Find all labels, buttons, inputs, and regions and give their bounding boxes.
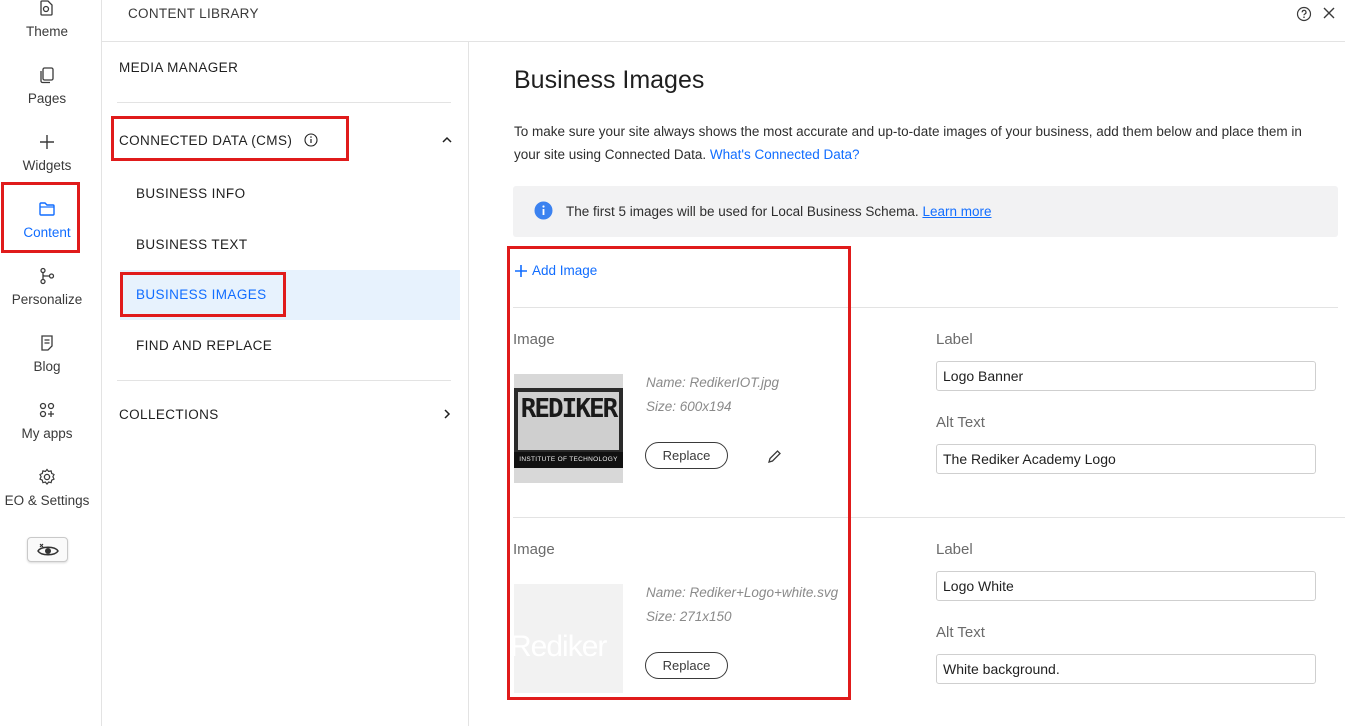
image-thumbnail[interactable]: REDIKER INSTITUTE OF TECHNOLOGY — [514, 374, 623, 483]
learn-more-link[interactable]: Learn more — [922, 204, 991, 219]
page-title: Business Images — [514, 66, 705, 94]
rail-label-personalize: Personalize — [11, 292, 83, 307]
alt-text-input[interactable] — [936, 654, 1316, 684]
image-size: Size: 600x194 — [646, 399, 732, 414]
left-rail: Theme Pages Widgets Content Personalize … — [0, 0, 102, 726]
rail-item-blog[interactable]: Blog — [0, 333, 94, 374]
nav-business-images[interactable]: BUSINESS IMAGES — [136, 287, 267, 302]
rail-item-widgets[interactable]: Widgets — [0, 132, 94, 173]
thumb-logo-text: REDIKER — [520, 394, 619, 424]
business-images-panel: Business Images To make sure your site a… — [470, 42, 1345, 726]
intro-body: To make sure your site always shows the … — [514, 124, 1302, 162]
add-image-button[interactable]: Add Image — [515, 263, 597, 278]
rail-item-my-apps[interactable]: My apps — [0, 400, 94, 441]
image-label: Image — [513, 331, 555, 348]
top-bar: CONTENT LIBRARY — [102, 0, 1345, 42]
intro-text: To make sure your site always shows the … — [514, 120, 1324, 166]
nav-connected-data[interactable]: CONNECTED DATA (CMS) — [119, 133, 318, 148]
help-icon[interactable] — [1296, 6, 1312, 22]
blog-icon — [37, 333, 57, 353]
nav-find-and-replace[interactable]: FIND AND REPLACE — [136, 338, 272, 353]
row-divider — [513, 307, 1338, 308]
alt-text-input[interactable] — [936, 444, 1316, 474]
nav-connected-data-label: CONNECTED DATA (CMS) — [119, 133, 293, 148]
thumb-logo-subtext: INSTITUTE OF TECHNOLOGY — [519, 456, 618, 463]
label-input[interactable] — [936, 361, 1316, 391]
alt-text-title: Alt Text — [936, 414, 985, 431]
nav-divider — [117, 102, 451, 103]
rail-label-my-apps: My apps — [21, 426, 73, 441]
image-label: Image — [513, 541, 555, 558]
rail-label-blog: Blog — [33, 359, 61, 374]
add-image-label: Add Image — [532, 263, 598, 278]
hidden-eye-icon[interactable] — [27, 537, 68, 562]
plus-icon — [37, 132, 57, 152]
close-icon[interactable] — [1321, 5, 1337, 21]
rail-label-widgets: Widgets — [22, 158, 72, 173]
folder-icon — [37, 199, 57, 219]
replace-button[interactable]: Replace — [645, 442, 728, 469]
rail-label-content: Content — [23, 225, 71, 240]
apps-icon — [37, 400, 57, 420]
rail-label-theme: Theme — [25, 24, 69, 39]
plus-icon — [515, 264, 527, 277]
replace-button[interactable]: Replace — [645, 652, 728, 679]
image-thumbnail[interactable]: Rediker — [514, 584, 623, 693]
rail-item-pages[interactable]: Pages — [0, 65, 94, 106]
nav-divider — [117, 380, 451, 381]
alt-text-title: Alt Text — [936, 624, 985, 641]
label-title: Label — [936, 331, 973, 348]
image-size: Size: 271x150 — [646, 609, 732, 624]
pencil-icon[interactable] — [767, 449, 782, 464]
panel-title: CONTENT LIBRARY — [128, 6, 259, 21]
label-title: Label — [936, 541, 973, 558]
row-divider — [513, 517, 1345, 518]
rail-label-settings: EO & Settings — [4, 493, 90, 508]
theme-icon — [37, 0, 57, 18]
rail-label-pages: Pages — [27, 91, 67, 106]
thumb-logo-text: Rediker — [514, 630, 607, 663]
rail-item-personalize[interactable]: Personalize — [0, 266, 94, 307]
rail-item-theme[interactable]: Theme — [0, 0, 94, 39]
nav-business-text[interactable]: BUSINESS TEXT — [136, 237, 247, 252]
nav-collections[interactable]: COLLECTIONS — [119, 407, 219, 422]
gear-icon — [37, 467, 57, 487]
banner-text: The first 5 images will be used for Loca… — [566, 204, 991, 219]
nav-media-manager[interactable]: MEDIA MANAGER — [119, 60, 238, 75]
info-icon — [534, 201, 553, 220]
info-banner: The first 5 images will be used for Loca… — [513, 186, 1338, 237]
rail-item-settings[interactable]: EO & Settings — [0, 467, 94, 508]
nav-business-info[interactable]: BUSINESS INFO — [136, 186, 245, 201]
chevron-right-icon[interactable] — [441, 408, 453, 420]
label-input[interactable] — [936, 571, 1316, 601]
info-icon[interactable] — [304, 133, 318, 147]
image-name: Name: Rediker+Logo+white.svg — [646, 585, 839, 600]
connected-data-link[interactable]: What's Connected Data? — [710, 147, 860, 162]
image-name: Name: RedikerIOT.jpg — [646, 375, 780, 390]
chevron-up-icon[interactable] — [441, 134, 453, 146]
pages-icon — [37, 65, 57, 85]
rail-item-content[interactable]: Content — [0, 199, 94, 240]
branch-icon — [37, 266, 57, 286]
content-library-nav: MEDIA MANAGER CONNECTED DATA (CMS) BUSIN… — [102, 42, 469, 726]
banner-message: The first 5 images will be used for Loca… — [566, 204, 919, 219]
